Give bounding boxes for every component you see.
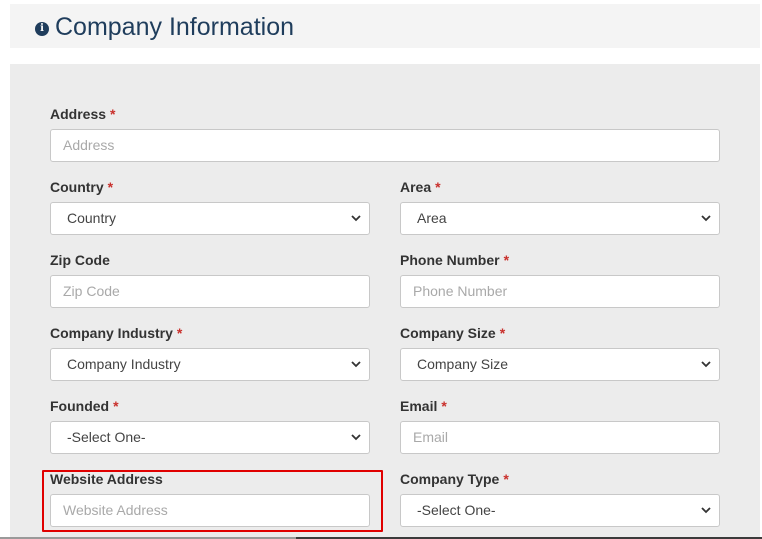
chevron-down-icon [351, 434, 361, 441]
required-mark: * [503, 471, 509, 487]
company-industry-label: Company Industry * [50, 325, 183, 341]
company-size-select-value: Company Size [417, 356, 509, 372]
section-header: i Company Information [10, 4, 760, 48]
area-select-value: Area [417, 210, 447, 226]
founded-select-value: -Select One- [67, 429, 146, 445]
area-select[interactable]: Area [400, 202, 720, 235]
country-select-value: Country [67, 210, 117, 226]
phone-number-label: Phone Number * [400, 252, 510, 268]
address-input[interactable]: Address [50, 129, 720, 162]
required-mark: * [441, 398, 447, 414]
required-mark: * [499, 325, 506, 341]
chevron-down-icon [701, 361, 711, 368]
company-type-select-value: -Select One- [417, 502, 496, 518]
section-title: Company Information [55, 13, 295, 41]
required-mark: * [113, 398, 119, 414]
country-label: Country * [50, 179, 114, 195]
required-mark: * [435, 179, 441, 195]
company-industry-select-value: Company Industry [67, 356, 181, 372]
chevron-down-icon [701, 507, 711, 514]
email-label: Email * [400, 398, 447, 414]
phone-number-input[interactable]: Phone Number [400, 275, 720, 308]
required-mark: * [110, 106, 116, 122]
highlight-box [42, 470, 383, 532]
company-size-label: Company Size * [400, 325, 506, 341]
email-input[interactable]: Email [400, 421, 720, 454]
country-select[interactable]: Country [50, 202, 370, 235]
address-label: Address * [50, 106, 116, 122]
founded-select[interactable]: -Select One- [50, 421, 370, 454]
company-size-select[interactable]: Company Size [400, 348, 720, 381]
chevron-down-icon [701, 215, 711, 222]
zip-code-label: Zip Code [50, 252, 110, 268]
founded-label: Founded * [50, 398, 119, 414]
zip-code-input[interactable]: Zip Code [50, 275, 370, 308]
info-icon: i [35, 22, 49, 36]
required-mark: * [503, 252, 510, 268]
company-type-select[interactable]: -Select One- [400, 494, 720, 527]
chevron-down-icon [351, 361, 361, 368]
required-mark: * [107, 179, 114, 195]
chevron-down-icon [351, 215, 361, 222]
required-mark: * [176, 325, 183, 341]
company-type-label: Company Type * [400, 471, 509, 487]
company-industry-select[interactable]: Company Industry [50, 348, 370, 381]
area-label: Area * [400, 179, 441, 195]
